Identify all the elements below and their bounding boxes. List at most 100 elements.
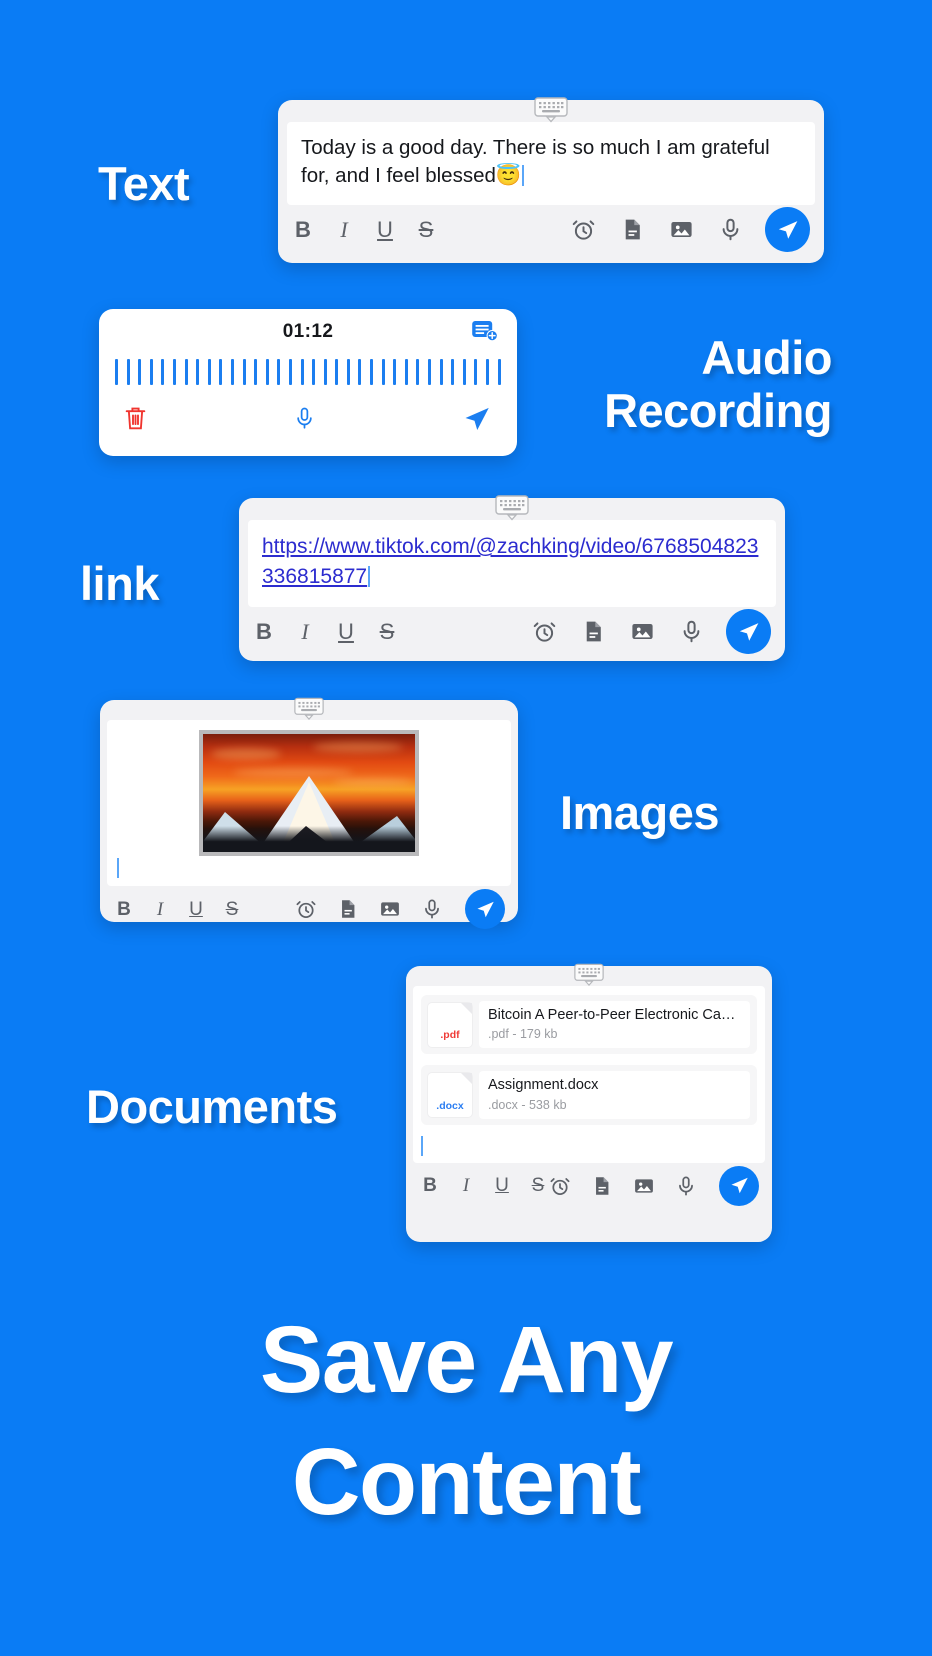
send-button[interactable]: [465, 889, 505, 929]
waveform-bar: [312, 359, 316, 385]
bold-button[interactable]: B: [419, 1176, 441, 1195]
alarm-clock-icon[interactable]: [295, 898, 317, 920]
file-meta: Bitcoin A Peer-to-Peer Electronic Cash S…: [479, 1001, 750, 1049]
document-icon[interactable]: [581, 619, 606, 644]
label-text: Text: [98, 157, 190, 210]
link-url-text[interactable]: https://www.tiktok.com/@zachking/video/6…: [262, 535, 758, 588]
alarm-clock-icon[interactable]: [532, 619, 557, 644]
send-button[interactable]: [719, 1165, 759, 1206]
label-link: link: [80, 557, 159, 610]
waveform-bar: [370, 359, 374, 385]
waveform-bar: [172, 359, 176, 385]
send-button[interactable]: [726, 609, 771, 655]
bold-button[interactable]: B: [292, 218, 314, 241]
waveform-bar: [393, 359, 397, 385]
image-icon[interactable]: [633, 1175, 655, 1197]
file-subtitle: .pdf - 179 kb: [488, 1027, 558, 1042]
file-meta: Assignment.docx .docx - 538 kb: [479, 1071, 750, 1119]
list-item[interactable]: .docx Assignment.docx .docx - 538 kb: [421, 1065, 757, 1125]
waveform-bar: [486, 359, 489, 385]
bold-button[interactable]: B: [113, 900, 135, 919]
italic-button[interactable]: I: [294, 620, 316, 643]
image-icon[interactable]: [630, 619, 655, 644]
strikethrough-button[interactable]: S: [527, 1176, 549, 1195]
headline-line1: Save Any: [259, 1307, 674, 1413]
text-caret: [368, 566, 371, 588]
text-editor-area[interactable]: Today is a good day. There is so much I …: [287, 122, 815, 205]
waveform-bar: [126, 359, 130, 385]
headline-line2: Content: [291, 1428, 642, 1535]
text-caret: [421, 1135, 423, 1156]
file-extension-badge: .docx: [436, 1099, 464, 1112]
waveform-bar: [404, 359, 408, 385]
link-card-toolbar: B I U S: [239, 607, 785, 661]
waveform-bar: [439, 359, 443, 385]
text-caret: [117, 858, 119, 878]
waveform-bar: [474, 359, 478, 385]
docx-file-icon: .docx: [428, 1073, 472, 1118]
document-icon[interactable]: [620, 217, 645, 242]
underline-button[interactable]: U: [185, 900, 207, 919]
waveform-bar: [149, 359, 153, 385]
keyboard-icon[interactable]: [533, 97, 569, 123]
audio-header: 01:12: [99, 309, 517, 355]
pdf-file-icon: .pdf: [428, 1002, 472, 1047]
send-icon: [778, 220, 797, 239]
audio-timer: 01:12: [282, 321, 334, 342]
underline-button[interactable]: U: [374, 218, 396, 241]
strikethrough-button[interactable]: S: [221, 900, 243, 919]
send-icon: [730, 1177, 748, 1194]
audio-controls: [99, 389, 517, 445]
new-note-icon[interactable]: [471, 319, 499, 348]
waveform-bar: [219, 359, 223, 385]
image-note-card: B I U S: [100, 697, 518, 929]
label-audio-line2: Recording: [604, 383, 832, 437]
sunset-mountain-photo[interactable]: [199, 730, 419, 856]
underline-button[interactable]: U: [335, 620, 357, 643]
document-icon[interactable]: [591, 1175, 613, 1197]
list-item[interactable]: .pdf Bitcoin A Peer-to-Peer Electronic C…: [421, 995, 757, 1055]
waveform-bar: [254, 359, 258, 385]
microphone-icon[interactable]: [679, 619, 704, 644]
link-editor-area[interactable]: https://www.tiktok.com/@zachking/video/6…: [248, 520, 776, 607]
text-caret: [522, 165, 525, 187]
trash-icon[interactable]: [123, 405, 148, 437]
file-extension-badge: .pdf: [440, 1029, 460, 1042]
send-icon[interactable]: [461, 404, 493, 439]
microphone-icon[interactable]: [421, 898, 443, 920]
alarm-clock-icon[interactable]: [571, 217, 596, 242]
document-note-card: .pdf Bitcoin A Peer-to-Peer Electronic C…: [406, 963, 772, 1242]
microphone-icon[interactable]: [718, 217, 743, 242]
waveform-bar: [323, 359, 327, 385]
image-icon[interactable]: [669, 217, 694, 242]
underline-button[interactable]: U: [491, 1176, 513, 1195]
microphone-icon[interactable]: [675, 1175, 697, 1197]
waveform-bar: [288, 359, 292, 385]
strikethrough-button[interactable]: S: [415, 218, 437, 241]
document-card-toolbar: B I U S: [406, 1163, 772, 1213]
send-button[interactable]: [765, 207, 810, 253]
label-audio-recording: Audio Recording: [512, 331, 832, 437]
label-audio-line1: Audio: [701, 331, 832, 384]
italic-button[interactable]: I: [333, 218, 355, 241]
waveform-bar: [358, 359, 362, 385]
waveform-bar: [265, 359, 269, 385]
document-editor-area[interactable]: .pdf Bitcoin A Peer-to-Peer Electronic C…: [413, 986, 765, 1163]
document-icon[interactable]: [337, 898, 359, 920]
keyboard-icon[interactable]: [494, 495, 530, 521]
italic-button[interactable]: I: [149, 900, 171, 919]
italic-button[interactable]: I: [455, 1176, 477, 1195]
waveform-bar: [184, 359, 188, 385]
waveform-bar: [335, 359, 339, 385]
alarm-clock-icon[interactable]: [549, 1175, 571, 1197]
microphone-icon[interactable]: [293, 405, 316, 437]
bold-button[interactable]: B: [253, 620, 275, 643]
image-editor-area[interactable]: [107, 720, 511, 886]
file-subtitle: .docx - 538 kb: [488, 1097, 567, 1112]
waveform-bar: [497, 359, 501, 385]
text-note-card: Today is a good day. There is so much I …: [278, 97, 824, 263]
waveform-bar: [242, 359, 246, 385]
page-title: Save Any Content: [0, 1300, 932, 1543]
image-icon[interactable]: [379, 898, 401, 920]
strikethrough-button[interactable]: S: [376, 620, 398, 643]
